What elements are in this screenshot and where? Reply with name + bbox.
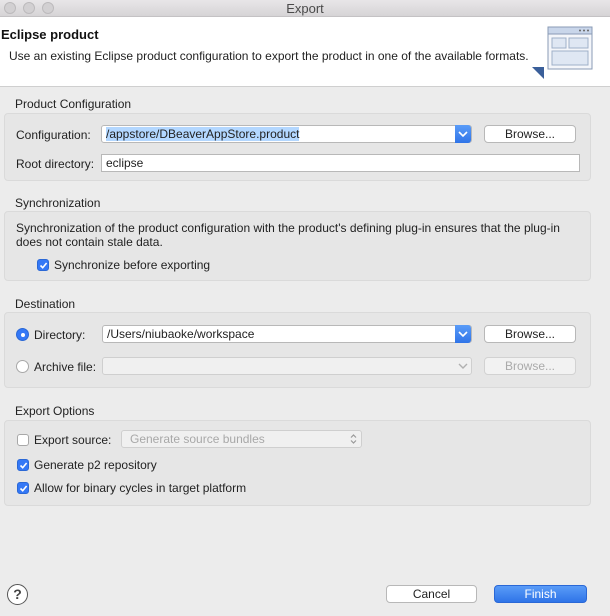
export-options-group-label: Export Options xyxy=(15,404,95,418)
wizard-header: Eclipse product Use an existing Eclipse … xyxy=(0,17,610,87)
directory-radio[interactable] xyxy=(16,328,29,341)
chevron-down-icon[interactable] xyxy=(455,125,471,143)
page-description: Use an existing Eclipse product configur… xyxy=(9,49,529,63)
synchronize-checkbox[interactable] xyxy=(37,259,49,271)
updown-chevron-icon xyxy=(350,434,357,444)
binary-cycles-checkbox[interactable] xyxy=(17,482,29,494)
export-source-checkbox[interactable] xyxy=(17,434,29,446)
directory-combo[interactable]: /Users/niubaoke/workspace xyxy=(102,325,472,343)
chevron-down-icon xyxy=(455,357,471,375)
configuration-value: /appstore/DBeaverAppStore.product xyxy=(106,127,300,141)
archive-file-label: Archive file: xyxy=(34,360,97,374)
cancel-button[interactable]: Cancel xyxy=(386,585,477,603)
synchronize-label: Synchronize before exporting xyxy=(54,258,211,272)
archive-file-combo[interactable] xyxy=(102,357,472,375)
generate-p2-label: Generate p2 repository xyxy=(34,458,157,472)
product-configuration-group-label: Product Configuration xyxy=(15,97,132,111)
root-directory-label: Root directory: xyxy=(16,157,95,171)
binary-cycles-label: Allow for binary cycles in target platfo… xyxy=(34,481,247,495)
directory-browse-button[interactable]: Browse... xyxy=(484,325,576,343)
synchronization-group-label: Synchronization xyxy=(15,196,101,210)
destination-group-label: Destination xyxy=(15,297,76,311)
directory-value: /Users/niubaoke/workspace xyxy=(107,327,255,341)
export-source-select[interactable]: Generate source bundles xyxy=(121,430,362,448)
export-source-option: Generate source bundles xyxy=(130,432,265,446)
destination-group xyxy=(4,312,591,388)
root-directory-field[interactable]: eclipse xyxy=(101,154,580,172)
directory-label: Directory: xyxy=(34,328,86,342)
help-icon[interactable]: ? xyxy=(7,584,28,605)
window-title: Export xyxy=(286,1,324,16)
window-titlebar: Export xyxy=(0,0,610,17)
configuration-browse-button[interactable]: Browse... xyxy=(484,125,576,143)
page-title: Eclipse product xyxy=(1,27,99,42)
synchronization-description-line2: does not contain stale data. xyxy=(16,235,163,249)
chevron-down-icon[interactable] xyxy=(455,325,471,343)
configuration-label: Configuration: xyxy=(16,128,91,142)
export-source-label: Export source: xyxy=(34,433,112,447)
export-wizard-icon xyxy=(532,26,593,79)
configuration-combo[interactable]: /appstore/DBeaverAppStore.product xyxy=(101,125,472,143)
archive-file-radio[interactable] xyxy=(16,360,29,373)
archive-browse-button[interactable]: Browse... xyxy=(484,357,576,375)
finish-button[interactable]: Finish xyxy=(494,585,587,603)
synchronization-description-line1: Synchronization of the product configura… xyxy=(16,221,560,235)
generate-p2-checkbox[interactable] xyxy=(17,459,29,471)
